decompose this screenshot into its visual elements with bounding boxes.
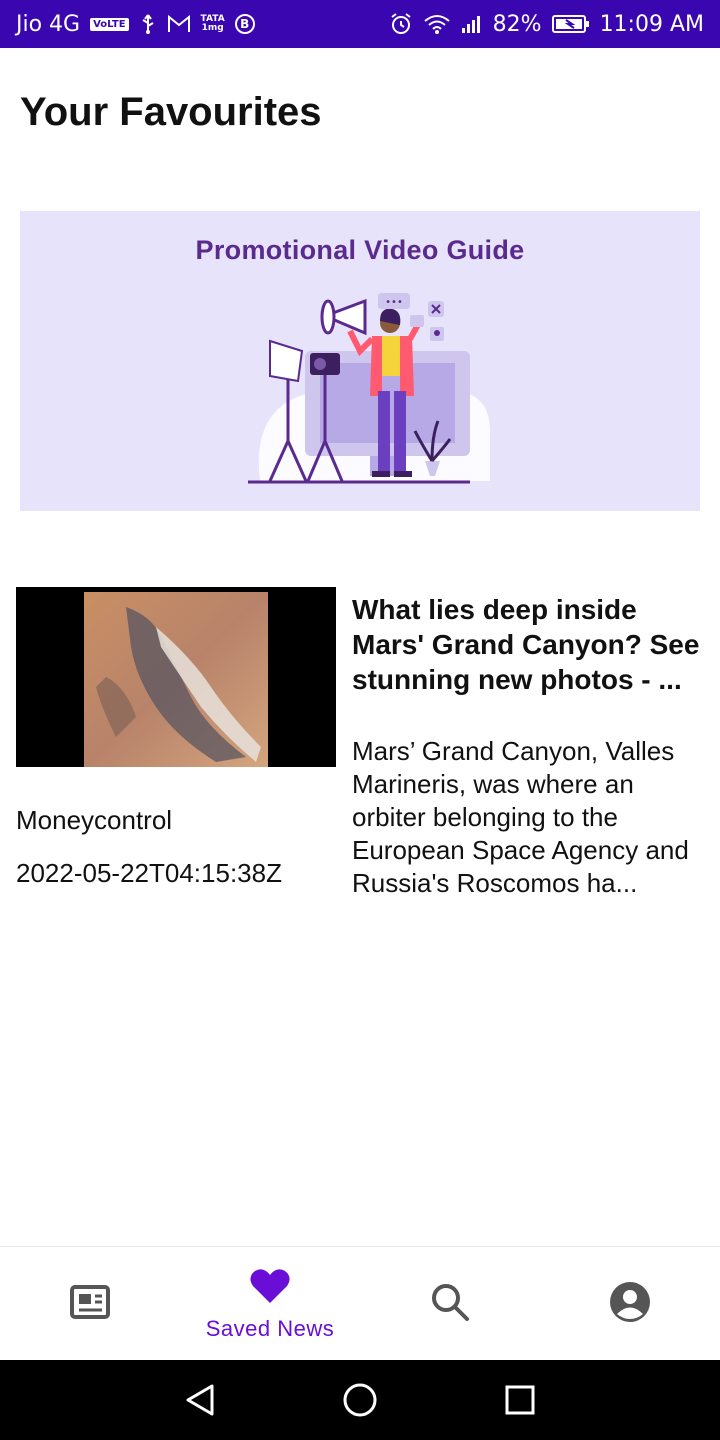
promo-illustration: ••• [248, 293, 490, 484]
article-title[interactable]: What lies deep inside Mars' Grand Canyon… [352, 592, 708, 697]
volte-badge: VoLTE [90, 17, 129, 31]
carrier-label: Jio 4G [16, 11, 81, 37]
status-left: Jio 4G VoLTE TATA 1mg B [16, 12, 255, 37]
bottom-navigation: Saved News [0, 1246, 720, 1360]
article-source: Moneycontrol [16, 805, 173, 835]
back-icon[interactable] [180, 1380, 220, 1420]
promo-banner[interactable]: Promotional Video Guide ••• [20, 211, 700, 511]
article-description: Mars’ Grand Canyon, Valles Marineris, wa… [352, 736, 689, 898]
page-title: Your Favourites [20, 90, 322, 134]
recents-icon[interactable] [500, 1380, 540, 1420]
account-icon [609, 1281, 651, 1328]
battery-percent: 82% [492, 11, 542, 37]
heart-icon [249, 1267, 291, 1310]
tata-1mg-icon: TATA 1mg [201, 15, 225, 33]
home-icon[interactable] [340, 1380, 380, 1420]
article-thumbnail[interactable] [16, 587, 336, 767]
search-icon [429, 1281, 471, 1328]
wifi-icon [423, 13, 451, 35]
nav-label-saved-news: Saved News [205, 1315, 335, 1341]
usb-icon [139, 13, 157, 35]
svg-text:•••: ••• [385, 297, 403, 308]
alarm-icon [389, 12, 413, 36]
status-bar: Jio 4G VoLTE TATA 1mg B 82% 11:09 AM [0, 0, 720, 48]
nav-item-account[interactable] [540, 1247, 720, 1361]
nav-item-saved-news[interactable]: Saved News [180, 1247, 360, 1361]
signal-icon [461, 14, 483, 34]
tata-bottom-label: 1mg [201, 23, 224, 33]
clock: 11:09 AM [599, 11, 704, 37]
system-navigation-bar [0, 1360, 720, 1440]
nav-item-search[interactable] [360, 1247, 540, 1361]
article-date: 2022-05-22T04:15:38Z [16, 858, 282, 888]
gmail-icon [167, 14, 191, 34]
status-right: 82% 11:09 AM [389, 12, 704, 37]
nav-item-news[interactable] [0, 1247, 180, 1361]
mars-canyon-image [84, 592, 268, 767]
banner-title: Promotional Video Guide [195, 235, 525, 265]
newspaper-icon [69, 1284, 111, 1325]
b-badge-icon: B [234, 14, 255, 34]
battery-charging-icon [551, 14, 590, 34]
